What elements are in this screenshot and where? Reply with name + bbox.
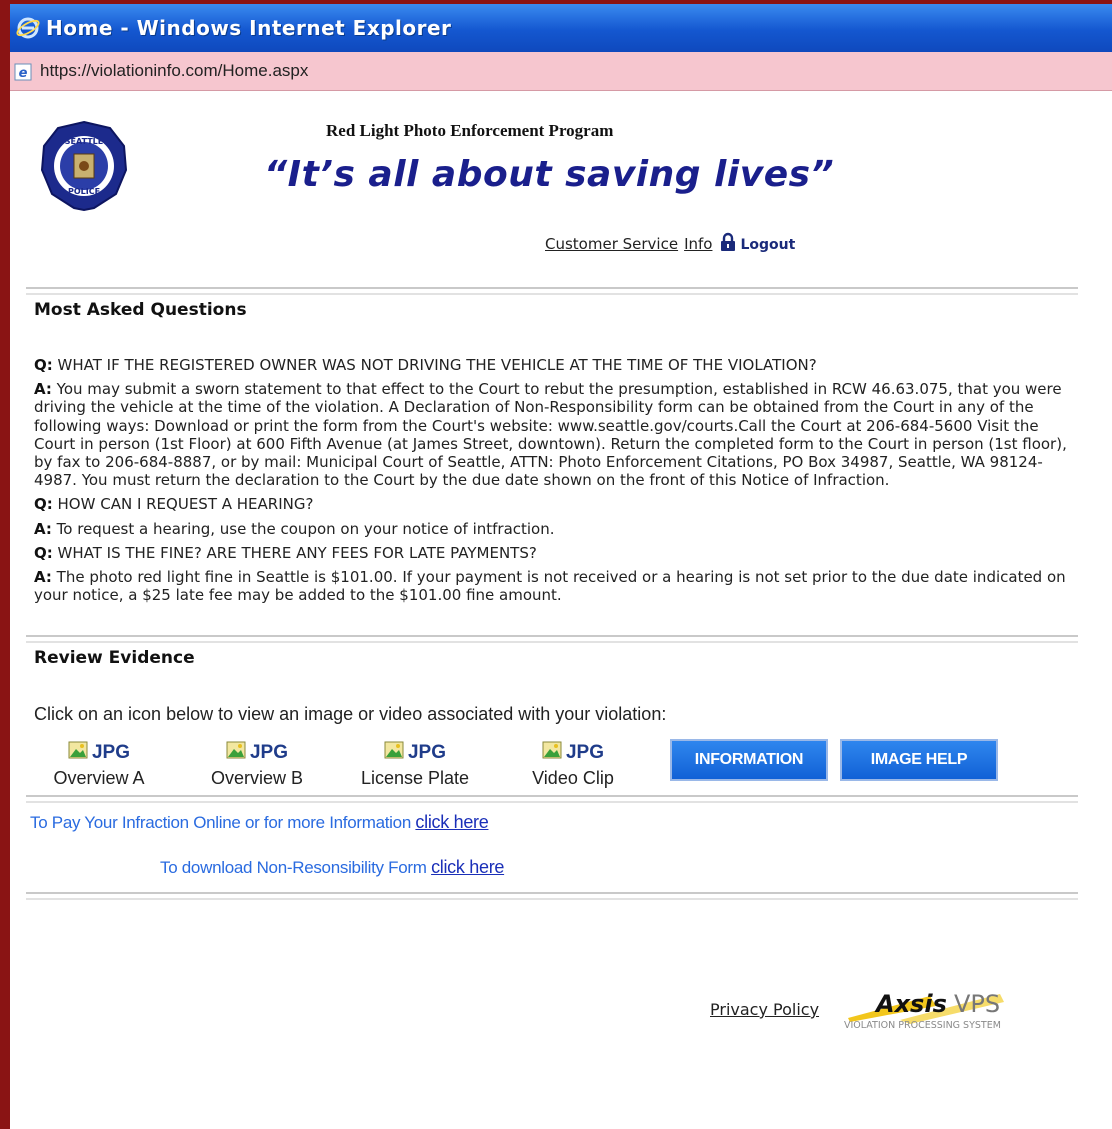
axsis-vps-logo: Axsis VPS VIOLATION PROCESSING SYSTEM [840,976,1040,1036]
evidence-video-clip[interactable]: JPG Video Clip [508,740,638,789]
faq-question: Q: WHAT IS THE FINE? ARE THERE ANY FEES … [34,543,537,562]
title-bar: Home - Windows Internet Explorer [10,4,1112,52]
faq-answer: A: To request a hearing, use the coupon … [34,519,555,538]
information-button[interactable]: INFORMATION [670,739,828,781]
divider [26,892,1078,900]
faq-answer: A: The photo red light fine in Seattle i… [34,568,1066,605]
svg-text:VIOLATION PROCESSING SYSTEM: VIOLATION PROCESSING SYSTEM [844,1020,1001,1031]
customer-service-link[interactable]: Customer Service [545,235,678,253]
evidence-overview-a[interactable]: JPG Overview A [34,740,164,789]
divider [26,287,1078,295]
evidence-license-plate[interactable]: JPG License Plate [350,740,480,789]
page-icon: e [14,63,32,85]
image-help-button[interactable]: IMAGE HELP [840,739,998,781]
divider [26,795,1078,803]
faq-answer: A: You may submit a sworn statement to t… [34,380,1067,490]
evidence-overview-b[interactable]: JPG Overview B [192,740,322,789]
browser-window: Home - Windows Internet Explorer e https… [10,4,1112,1129]
svg-text:Axsis: Axsis [874,990,947,1018]
top-nav: Customer Service Info Logout [545,232,795,256]
info-link[interactable]: Info [684,235,712,253]
download-form-row: To download Non-Resonsibility Form click… [160,857,505,877]
lock-icon [720,232,736,256]
internet-explorer-icon [16,16,40,44]
window-title: Home - Windows Internet Explorer [46,16,452,40]
download-form-link[interactable]: click here [431,857,504,877]
evidence-caption: Overview B [210,768,304,788]
image-file-icon [542,741,562,759]
url-text[interactable]: https://violationinfo.com/Home.aspx [40,61,308,81]
seattle-police-seal: SEATTLE POLICE [40,120,128,216]
svg-text:SEATTLE: SEATTLE [65,137,103,146]
image-file-icon [226,741,246,759]
svg-text:e: e [19,66,28,81]
evidence-section-title: Review Evidence [34,648,195,668]
faq-question: Q: WHAT IF THE REGISTERED OWNER WAS NOT … [34,356,817,374]
privacy-policy-link[interactable]: Privacy Policy [710,1000,819,1019]
image-file-icon [68,741,88,759]
divider [26,635,1078,643]
faq-section-title: Most Asked Questions [34,300,247,320]
logout-link[interactable]: Logout [740,237,795,253]
pay-online-link[interactable]: click here [415,812,488,832]
program-title: Red Light Photo Enforcement Program [326,121,614,140]
svg-text:VPS: VPS [954,990,1000,1018]
pay-online-row: To Pay Your Infraction Online or for mor… [30,812,489,832]
faq-question: Q: HOW CAN I REQUEST A HEARING? [34,495,314,514]
slogan: “It’s all about saving lives” [264,154,835,195]
evidence-caption: Video Clip [532,768,614,788]
image-file-icon [384,741,404,759]
svg-text:POLICE: POLICE [68,187,100,196]
evidence-instruction: Click on an icon below to view an image … [34,704,667,724]
address-bar[interactable]: e https://violationinfo.com/Home.aspx [10,52,1112,91]
faq-list: Q: WHAT IF THE REGISTERED OWNER WAS NOT … [34,356,1074,610]
evidence-caption: Overview A [53,768,145,788]
evidence-caption: License Plate [360,768,470,788]
